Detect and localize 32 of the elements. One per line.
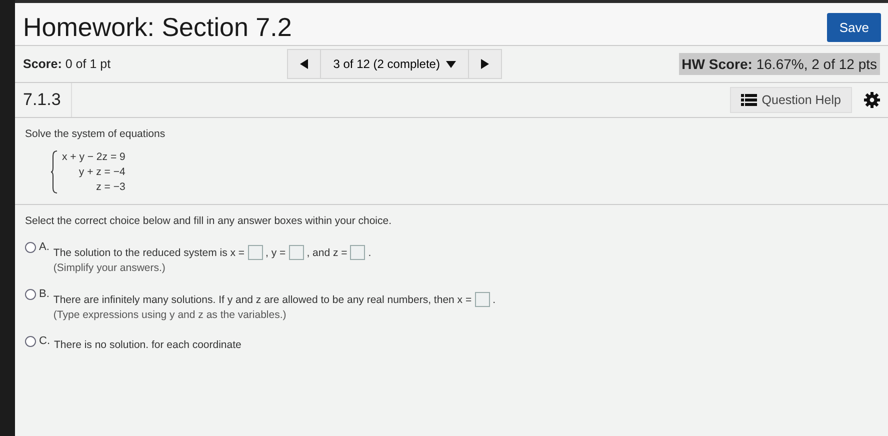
left-triangle-icon	[300, 59, 308, 69]
choice-text: , and z =	[306, 246, 348, 258]
right-triangle-icon	[480, 59, 489, 69]
save-button[interactable]: Save	[827, 12, 881, 42]
choice-text: .	[368, 246, 372, 258]
choice-text: There is no solution. for each coordinate	[54, 339, 242, 351]
equation: z = −3	[96, 181, 126, 193]
radio-button[interactable]	[25, 289, 36, 300]
list-icon	[740, 94, 757, 106]
equation: y + z = −4	[78, 166, 126, 178]
radio-button[interactable]	[25, 336, 36, 347]
caret-icon	[446, 60, 456, 68]
page-title: Homework: Section 7.2	[23, 12, 292, 42]
choice-letter: A.	[39, 241, 50, 253]
choice-text: , y =	[266, 246, 286, 258]
settings-icon[interactable]	[864, 92, 880, 108]
question-number: 7.1.3	[23, 83, 72, 117]
choice-hint: (Type expressions using y and z as the variables.)	[53, 309, 288, 321]
hw-score-text: HW Score: 16.67%, 2 of 12 pts	[678, 53, 880, 75]
equation: x + y − 2z = 9	[62, 151, 126, 163]
question-help-button[interactable]: Question Help	[730, 87, 852, 113]
choice-text: .	[492, 294, 496, 306]
choice-letter: C.	[39, 335, 50, 347]
choice-text: The solution to the reduced system is x =	[53, 246, 245, 258]
choice-text: There are infinitely many solutions. If y and z are allowed to be any real numbers, then x =	[53, 294, 472, 306]
score-text: Score: 0 of 1 pt	[23, 57, 111, 71]
instruction-text: Solve the system of equations	[25, 128, 166, 140]
choice-letter: B.	[39, 288, 50, 300]
radio-button[interactable]	[25, 242, 36, 253]
choice-hint: (Simplify your answers.)	[53, 262, 166, 274]
prompt-text: Select the correct choice below and fill in any answer boxes within your choice.	[15, 204, 888, 227]
brace-drawing	[51, 150, 58, 194]
